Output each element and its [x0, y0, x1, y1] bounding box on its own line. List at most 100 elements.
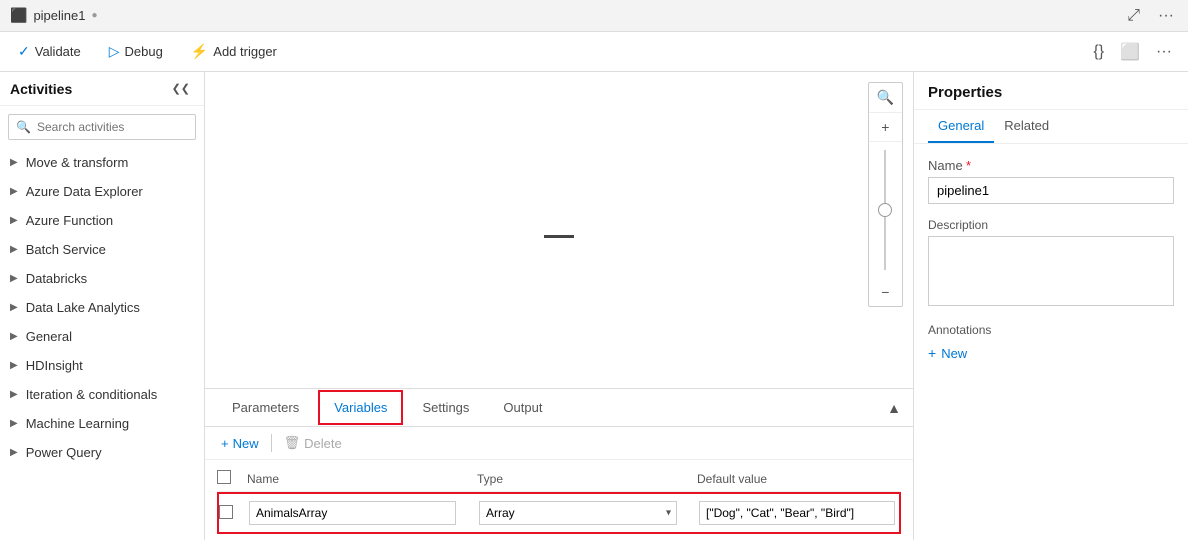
sidebar-item-label: Azure Function — [26, 213, 113, 228]
row-type-col: Array Boolean Integer String ▾ — [479, 501, 699, 525]
sidebar-item-label: Data Lake Analytics — [26, 300, 140, 315]
table-row: Array Boolean Integer String ▾ — [219, 496, 899, 530]
variable-type-select[interactable]: Array Boolean Integer String — [479, 501, 677, 525]
sidebar-item-label: Databricks — [26, 271, 87, 286]
prop-tab-general[interactable]: General — [928, 110, 994, 143]
sidebar-item-label: HDInsight — [26, 358, 83, 373]
chevron-icon: ▶ — [10, 244, 18, 255]
name-field: Name * — [928, 158, 1174, 204]
canvas-zoom-controls: 🔍 + − — [868, 82, 903, 307]
code-view-button[interactable]: {} — [1089, 41, 1108, 63]
type-select-wrapper: Array Boolean Integer String ▾ — [479, 501, 677, 525]
sidebar-item-move-transform[interactable]: ▶ Move & transform — [0, 148, 204, 177]
validate-button[interactable]: ✓ Validate — [12, 39, 87, 64]
sidebar-item-label: Azure Data Explorer — [26, 184, 143, 199]
default-col-header: Default value — [697, 471, 901, 486]
variables-table: Name Type Default value — [205, 460, 913, 540]
sidebar-item-power-query[interactable]: ▶ Power Query — [0, 438, 204, 467]
prop-tab-related[interactable]: Related — [994, 110, 1059, 143]
row-check-col — [219, 505, 249, 522]
properties-header: Properties — [914, 72, 1188, 110]
canvas-zoom-in-button[interactable]: + — [869, 113, 902, 142]
properties-tabs: General Related — [914, 110, 1188, 144]
validate-icon: ✓ — [18, 43, 30, 60]
debug-icon: ▷ — [109, 43, 120, 60]
canvas-search-button[interactable]: 🔍 — [869, 83, 902, 113]
sidebar-item-databricks[interactable]: ▶ Databricks — [0, 264, 204, 293]
name-label: Name * — [928, 158, 1174, 173]
sidebar-item-general[interactable]: ▶ General — [0, 322, 204, 351]
type-col-header: Type — [477, 471, 697, 486]
sidebar-item-label: General — [26, 329, 72, 344]
sidebar-item-iteration-conditionals[interactable]: ▶ Iteration & conditionals — [0, 380, 204, 409]
sidebar-item-batch-service[interactable]: ▶ Batch Service — [0, 235, 204, 264]
search-box: 🔍 — [8, 114, 196, 140]
debug-button[interactable]: ▷ Debug — [103, 39, 169, 64]
row-name-col — [249, 501, 479, 525]
description-field: Description — [928, 218, 1174, 309]
chevron-icon: ▶ — [10, 447, 18, 458]
sidebar-item-machine-learning[interactable]: ▶ Machine Learning — [0, 409, 204, 438]
new-variable-button[interactable]: + New — [217, 434, 263, 453]
properties-title: Properties — [928, 84, 1002, 101]
required-indicator: * — [966, 158, 971, 173]
activities-list: ▶ Move & transform ▶ Azure Data Explorer… — [0, 148, 204, 540]
chevron-icon: ▶ — [10, 418, 18, 429]
variable-default-input[interactable] — [699, 501, 895, 525]
chevron-icon: ▶ — [10, 273, 18, 284]
sidebar-item-azure-function[interactable]: ▶ Azure Function — [0, 206, 204, 235]
sidebar-item-azure-data-explorer[interactable]: ▶ Azure Data Explorer — [0, 177, 204, 206]
search-input[interactable] — [8, 114, 196, 140]
variable-name-input[interactable] — [249, 501, 456, 525]
main-layout: Activities ❮❮ 🔍 ▶ Move & transform ▶ Azu… — [0, 72, 1188, 540]
chevron-icon: ▶ — [10, 157, 18, 168]
annotations-label: Annotations — [928, 323, 1174, 337]
expand-icon[interactable]: ⤢ — [1123, 5, 1144, 27]
chevron-icon: ▶ — [10, 360, 18, 371]
tab-output[interactable]: Output — [488, 391, 557, 424]
zoom-thumb[interactable] — [878, 203, 892, 217]
sidebar-header: Activities ❮❮ — [0, 72, 204, 106]
sidebar-item-hdinsight[interactable]: ▶ HDInsight — [0, 351, 204, 380]
pipeline-name-input[interactable] — [928, 177, 1174, 204]
row-checkbox[interactable] — [219, 505, 233, 519]
sidebar-collapse-button[interactable]: ❮❮ — [168, 80, 194, 97]
new-annotation-button[interactable]: + New — [928, 343, 967, 363]
tab-variables[interactable]: Variables — [318, 390, 403, 425]
description-textarea[interactable] — [928, 236, 1174, 306]
unsaved-dot: ● — [91, 10, 97, 21]
more-options-icon[interactable]: ··· — [1154, 5, 1178, 27]
delete-variable-button[interactable]: 🗑 Delete — [280, 433, 346, 453]
sidebar-item-data-lake-analytics[interactable]: ▶ Data Lake Analytics — [0, 293, 204, 322]
sidebar-item-label: Power Query — [26, 445, 102, 460]
chevron-icon: ▶ — [10, 186, 18, 197]
canvas-zoom-out-button[interactable]: − — [869, 278, 902, 306]
select-all-checkbox[interactable] — [217, 470, 231, 484]
add-trigger-button[interactable]: ⚡ Add trigger — [185, 39, 283, 64]
chevron-icon: ▶ — [10, 331, 18, 342]
delete-icon: 🗑 — [284, 435, 301, 451]
sidebar-item-label: Batch Service — [26, 242, 106, 257]
tabs-bar: Parameters Variables Settings Output ▲ — [205, 389, 913, 427]
sidebar-item-label: Iteration & conditionals — [26, 387, 158, 402]
sidebar-item-label: Move & transform — [26, 155, 129, 170]
canvas-divider-handle — [544, 235, 574, 238]
canvas-container: 🔍 + − Parameters Variables Settings Outp… — [205, 72, 913, 540]
sidebar-item-label: Machine Learning — [26, 416, 129, 431]
plus-icon: + — [221, 436, 229, 451]
activities-sidebar: Activities ❮❮ 🔍 ▶ Move & transform ▶ Azu… — [0, 72, 205, 540]
search-icon: 🔍 — [16, 120, 31, 134]
toolbar-right: {} ⬜ ··· — [1089, 40, 1176, 64]
trigger-icon: ⚡ — [191, 43, 208, 60]
canvas-slider — [869, 142, 902, 278]
monitor-button[interactable]: ⬜ — [1116, 40, 1144, 64]
properties-panel: Properties General Related Name * Descri… — [913, 72, 1188, 540]
title-bar-actions: ⤢ ··· — [1123, 5, 1178, 27]
tab-parameters[interactable]: Parameters — [217, 391, 314, 424]
toolbar-more-button[interactable]: ··· — [1152, 41, 1176, 63]
title-bar: ⬛ pipeline1 ● ⤢ ··· — [0, 0, 1188, 32]
panel-collapse-button[interactable]: ▲ — [887, 400, 901, 416]
name-col-header: Name — [247, 471, 477, 486]
tab-settings[interactable]: Settings — [407, 391, 484, 424]
bottom-panel: Parameters Variables Settings Output ▲ +… — [205, 388, 913, 540]
